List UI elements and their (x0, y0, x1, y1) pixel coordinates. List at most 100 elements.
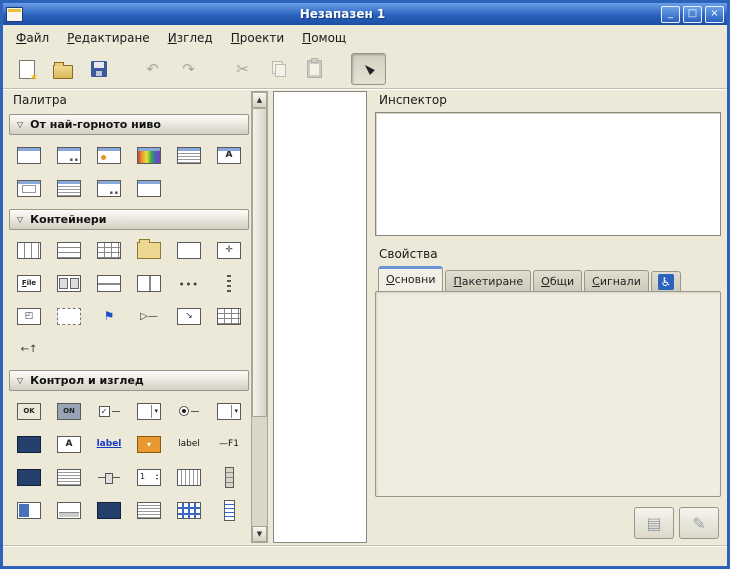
palette-item-plug-window[interactable] (129, 173, 169, 203)
palette-scrollbar[interactable]: ▲ ▼ (251, 91, 268, 543)
redo-button[interactable]: ↷ (171, 53, 206, 85)
design-canvas[interactable] (273, 91, 367, 543)
palette-item-hbox[interactable] (9, 235, 49, 265)
scroll-down-icon[interactable]: ▼ (252, 526, 267, 542)
palette-section-header[interactable]: ▽Контейнери (9, 209, 249, 230)
palette-item-scrolled-window[interactable]: ✛ (209, 235, 249, 265)
selector-button[interactable]: ► (351, 53, 386, 85)
undo-button[interactable]: ↶ (135, 53, 170, 85)
palette-item-file-chooser-dialog[interactable] (9, 173, 49, 203)
palette-item-tree-view[interactable] (209, 495, 249, 525)
palette-item-statusbar-widget[interactable] (49, 495, 89, 525)
palette-item-vbutton-box[interactable] (209, 268, 249, 298)
new-icon (19, 60, 35, 79)
palette-item-toggle-button[interactable]: ON (49, 396, 89, 426)
properties-panel[interactable] (375, 291, 721, 497)
scroll-up-icon[interactable]: ▲ (252, 92, 267, 108)
palette-item-fixed[interactable] (209, 301, 249, 331)
hscale-icon (97, 469, 121, 486)
palette-item-custom-widget[interactable]: ⚑ (89, 301, 129, 331)
palette-item-combo-box[interactable]: ▾ (129, 396, 169, 426)
palette-item-color-selection-dialog[interactable] (129, 140, 169, 170)
palette-item-handle-box[interactable] (169, 268, 209, 298)
menu-view[interactable]: Изглед (159, 28, 222, 48)
inspector-view[interactable] (375, 112, 721, 236)
palette-item-hruler[interactable] (169, 462, 209, 492)
palette-item-vscrollbar[interactable] (209, 462, 249, 492)
palette-item-expander[interactable]: ▷— (129, 301, 169, 331)
palette-item-file-chooser-button[interactable] (129, 429, 169, 459)
maximize-button[interactable]: □ (683, 6, 702, 23)
palette-item-text-box[interactable] (129, 495, 169, 525)
close-button[interactable]: × (705, 6, 724, 23)
menu-help[interactable]: Помощ (293, 28, 355, 48)
new-button[interactable] (9, 53, 44, 85)
palette-item-entry[interactable]: A (49, 429, 89, 459)
palette-item-font-selection-dialog[interactable] (169, 140, 209, 170)
edit-button[interactable]: ✎ (679, 507, 719, 539)
save-button[interactable] (81, 53, 116, 85)
properties-tabs: ОсновниПакетиранеОбщиСигнали♿ (375, 266, 721, 292)
scrollbar-trough[interactable] (252, 108, 267, 526)
palette-item-window[interactable] (9, 140, 49, 170)
documentation-button[interactable]: ▤ (634, 507, 674, 539)
palette-section-header[interactable]: ▽От най-горното ниво (9, 114, 249, 135)
palette-item-text-entry[interactable] (9, 429, 49, 459)
menu-edit[interactable]: Редактиране (58, 28, 159, 48)
expander-icon: ▷— (137, 308, 161, 325)
palette-item-icon-grid[interactable] (169, 495, 209, 525)
palette-item-button[interactable]: OK (9, 396, 49, 426)
palette-item-icon-view[interactable] (49, 301, 89, 331)
palette-item-about-dialog[interactable]: A (209, 140, 249, 170)
file-selection-dialog-icon (57, 180, 81, 197)
palette-item-combo-box-entry[interactable]: ▾ (209, 396, 249, 426)
tab-packing[interactable]: Пакетиране (445, 270, 531, 292)
check-button-icon (97, 403, 121, 420)
palette-item-progress-bar[interactable] (9, 495, 49, 525)
palette-item-vpaned[interactable] (89, 268, 129, 298)
copy-button[interactable] (261, 53, 296, 85)
paste-button[interactable] (297, 53, 332, 85)
palette-item-file-selection-dialog[interactable] (49, 173, 89, 203)
palette-item-dialog[interactable] (49, 140, 89, 170)
minimize-button[interactable]: _ (661, 6, 680, 23)
palette-item-layout[interactable]: ↘ (169, 301, 209, 331)
tab-common[interactable]: Общи (533, 270, 582, 292)
palette-item-spin-button[interactable]: 1 (129, 462, 169, 492)
palette-item-text-view[interactable] (49, 462, 89, 492)
tab-signals[interactable]: Сигнали (584, 270, 649, 292)
tab-accessibility[interactable]: ♿ (651, 271, 681, 292)
palette-item-entry-dark[interactable] (9, 462, 49, 492)
palette-item-vbox[interactable] (49, 235, 89, 265)
palette-item-check-button[interactable] (89, 396, 129, 426)
palette-item-accel-label[interactable]: —F1 (209, 429, 249, 459)
about-dialog-icon: A (217, 147, 241, 164)
palette-item-label[interactable]: label (169, 429, 209, 459)
palette-item-menu-widget[interactable] (89, 495, 129, 525)
palette-item-hscale[interactable] (89, 462, 129, 492)
menu-projects[interactable]: Проекти (222, 28, 293, 48)
palette-item-table[interactable] (89, 235, 129, 265)
palette-section-header[interactable]: ▽Контрол и изглед (9, 370, 249, 391)
palette-item-input-dialog[interactable] (89, 173, 129, 203)
palette-item-radio-button[interactable] (169, 396, 209, 426)
titlebar[interactable]: Незапазен 1 _ □ × (3, 3, 727, 25)
palette-item-menu-bar[interactable]: File (9, 268, 49, 298)
palette-item-notebook[interactable] (129, 235, 169, 265)
icon-view-icon (57, 308, 81, 325)
palette-item-text: label (97, 440, 122, 449)
open-button[interactable] (45, 53, 80, 85)
palette-item-alignment[interactable]: ←↑ (9, 334, 49, 364)
menu-file[interactable]: Файл (7, 28, 58, 48)
scrollbar-thumb[interactable] (252, 108, 267, 417)
palette-item-label-link[interactable]: label (89, 429, 129, 459)
tab-general[interactable]: Основни (378, 266, 443, 292)
palette-item-frame[interactable] (169, 235, 209, 265)
palette-item-viewport[interactable]: ◰ (9, 301, 49, 331)
cut-button[interactable]: ✂ (225, 53, 260, 85)
menubar: ФайлРедактиранеИзгледПроектиПомощ (3, 25, 727, 50)
palette-sections: ▽От най-горното ниво A ▽Контейнери ✛ File◰ ⚑ ▷… (9, 112, 249, 545)
palette-item-hpaned[interactable] (129, 268, 169, 298)
palette-item-toolbar-widget[interactable] (49, 268, 89, 298)
palette-item-message-dialog[interactable] (89, 140, 129, 170)
